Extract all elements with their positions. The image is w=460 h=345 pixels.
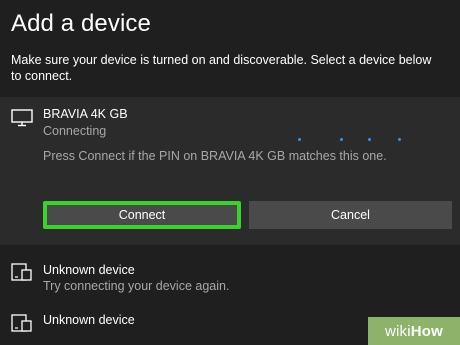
add-device-dialog: Add a device Make sure your device is tu…	[0, 0, 460, 345]
device-status: Try connecting your device again.	[43, 279, 230, 293]
selected-device-status: Connecting	[43, 124, 107, 138]
device-name: Unknown device	[43, 263, 135, 277]
dialog-title: Add a device	[11, 10, 151, 37]
wikihow-watermark: wiki How	[368, 317, 460, 345]
progress-dot	[398, 138, 401, 141]
monitor-icon	[11, 109, 33, 127]
progress-dot	[340, 138, 343, 141]
progress-dot	[368, 138, 371, 141]
tablet-phone-icon	[11, 314, 32, 332]
tablet-phone-icon	[11, 263, 32, 281]
device-name: Unknown device	[43, 313, 135, 327]
device-list-item[interactable]: Unknown device Try connecting your devic…	[0, 258, 460, 298]
progress-dot	[298, 138, 301, 141]
dialog-subtitle: Make sure your device is turned on and d…	[11, 53, 432, 83]
watermark-part2: How	[410, 322, 444, 340]
cancel-button[interactable]: Cancel	[249, 201, 452, 229]
selected-device-panel[interactable]: BRAVIA 4K GB Connecting Press Connect if…	[0, 97, 460, 245]
watermark-part1: wiki	[384, 322, 411, 340]
connecting-progress-indicator	[290, 138, 410, 142]
connect-button[interactable]: Connect	[43, 201, 241, 229]
pin-message: Press Connect if the PIN on BRAVIA 4K GB…	[43, 149, 387, 163]
selected-device-name: BRAVIA 4K GB	[43, 107, 128, 121]
